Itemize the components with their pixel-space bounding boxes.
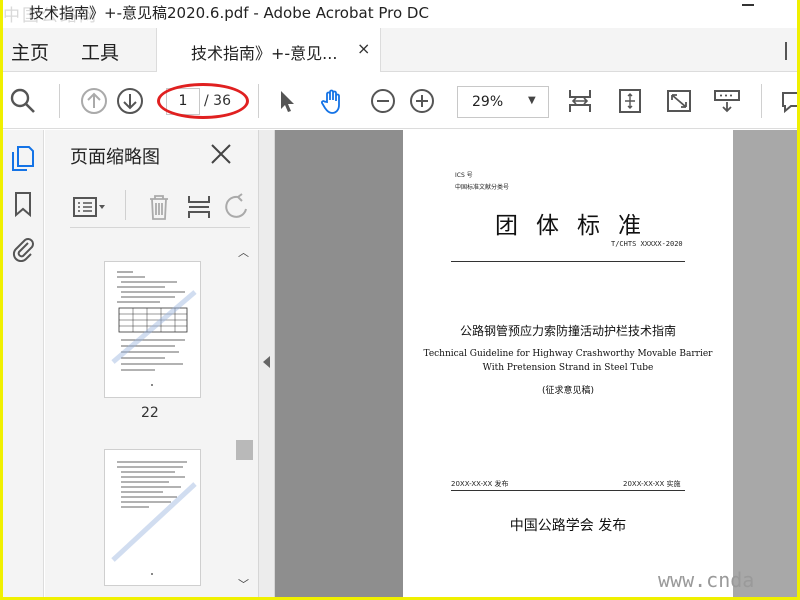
thumbnails-scrollbar[interactable]: ︿ ﹀	[234, 242, 254, 596]
comment-icon[interactable]	[779, 87, 797, 115]
previous-page-icon[interactable]	[80, 87, 108, 115]
watermark-text: www.cnda	[658, 568, 755, 592]
scroll-up-icon[interactable]: ︿	[238, 244, 249, 260]
toolbar: 1 / 36 29% ▼	[3, 72, 797, 129]
panel-collapse-handle[interactable]	[258, 130, 275, 597]
scroll-mode-icon[interactable]	[713, 87, 741, 115]
thumbnail-preview	[111, 461, 197, 575]
title-bar: 中国公路网 技术指南》+-意见稿2020.6.pdf - Adobe Acrob…	[3, 0, 797, 28]
zoom-select[interactable]: 29% ▼	[457, 86, 549, 118]
window-title: 技术指南》+-意见稿2020.6.pdf - Adobe Acrobat Pro…	[29, 4, 429, 22]
close-tab-icon[interactable]: ×	[357, 39, 370, 58]
options-menu-icon[interactable]	[70, 192, 110, 222]
zoom-out-icon[interactable]	[369, 87, 397, 115]
zoom-in-icon[interactable]	[408, 87, 436, 115]
publisher: 中国公路学会 发布	[509, 518, 627, 534]
scrollbar-thumb[interactable]	[236, 440, 253, 460]
select-cursor-icon[interactable]	[273, 87, 301, 115]
panel-toolbar	[70, 188, 250, 228]
home-menu[interactable]: 主页	[11, 38, 49, 65]
thumbnail-preview	[111, 271, 197, 386]
classification-number: 中国标准文献分类号	[455, 184, 510, 191]
panel-title: 页面缩略图	[70, 147, 160, 168]
document-title-en: With Pretension Strand in Steel Tube	[482, 363, 654, 373]
document-title-en: Technical Guideline for Highway Crashwor…	[423, 349, 713, 359]
fit-page-icon[interactable]	[616, 87, 644, 115]
help-icon[interactable]	[785, 42, 797, 60]
collapse-arrow-icon	[263, 356, 270, 368]
implement-date: 20XX-XX-XX 实施	[623, 480, 681, 488]
close-icon[interactable]	[209, 142, 233, 166]
tools-menu[interactable]: 工具	[81, 38, 119, 65]
acrobat-window: 中国公路网 技术指南》+-意见稿2020.6.pdf - Adobe Acrob…	[3, 0, 797, 597]
document-title-cn: 公路钢管预应力索防撞活动护栏技术指南	[459, 324, 676, 338]
trash-icon[interactable]	[144, 192, 174, 222]
toolbar-separator	[761, 84, 762, 118]
menu-bar: 主页 工具 技术指南》+-意见... ×	[3, 28, 797, 72]
standard-title: 团体标准	[495, 213, 659, 239]
ics-number: ICS 号	[455, 172, 473, 179]
thumbnail-page-label: 22	[141, 405, 159, 421]
next-page-icon[interactable]	[116, 87, 144, 115]
page-thumbnails-icon[interactable]	[9, 144, 37, 172]
full-screen-icon[interactable]	[665, 87, 693, 115]
document-tab[interactable]: 技术指南》+-意见... ×	[156, 28, 381, 72]
zoom-value: 29%	[472, 94, 504, 110]
document-viewer[interactable]: ICS 号 中国标准文献分类号 团体标准 T/CHTS XXXXX-2020 公…	[275, 130, 797, 597]
draft-note: (征求意见稿)	[541, 386, 595, 396]
page-thumbnail[interactable]	[105, 262, 200, 397]
document-tab-label: 技术指南》+-意见...	[191, 44, 338, 63]
red-annotation-oval	[157, 83, 249, 119]
toolbar-separator	[258, 84, 259, 118]
pdf-page: ICS 号 中国标准文献分类号 团体标准 T/CHTS XXXXX-2020 公…	[403, 130, 733, 597]
page-thumbnails-panel: 页面缩略图 22 ︿ ﹀	[45, 130, 258, 597]
search-icon[interactable]	[9, 87, 37, 115]
divider	[451, 261, 685, 262]
bookmarks-icon[interactable]	[9, 190, 37, 218]
rotate-icon[interactable]	[220, 192, 250, 222]
fit-width-icon[interactable]	[566, 87, 594, 115]
divider	[451, 490, 685, 491]
publish-date: 20XX-XX-XX 发布	[451, 480, 509, 488]
standard-code: T/CHTS XXXXX-2020	[611, 240, 683, 248]
toolbar-separator	[59, 84, 60, 118]
left-navigation-rail	[3, 130, 44, 597]
attachments-icon[interactable]	[9, 234, 37, 262]
chevron-down-icon: ▼	[528, 95, 536, 106]
viewer-margin	[733, 130, 797, 597]
insert-page-icon[interactable]	[184, 192, 214, 222]
panel-separator	[125, 190, 126, 220]
page-thumbnail[interactable]	[105, 450, 200, 585]
scroll-down-icon[interactable]: ﹀	[238, 576, 249, 592]
hand-tool-icon[interactable]	[319, 87, 347, 115]
minimize-button[interactable]	[742, 4, 754, 6]
